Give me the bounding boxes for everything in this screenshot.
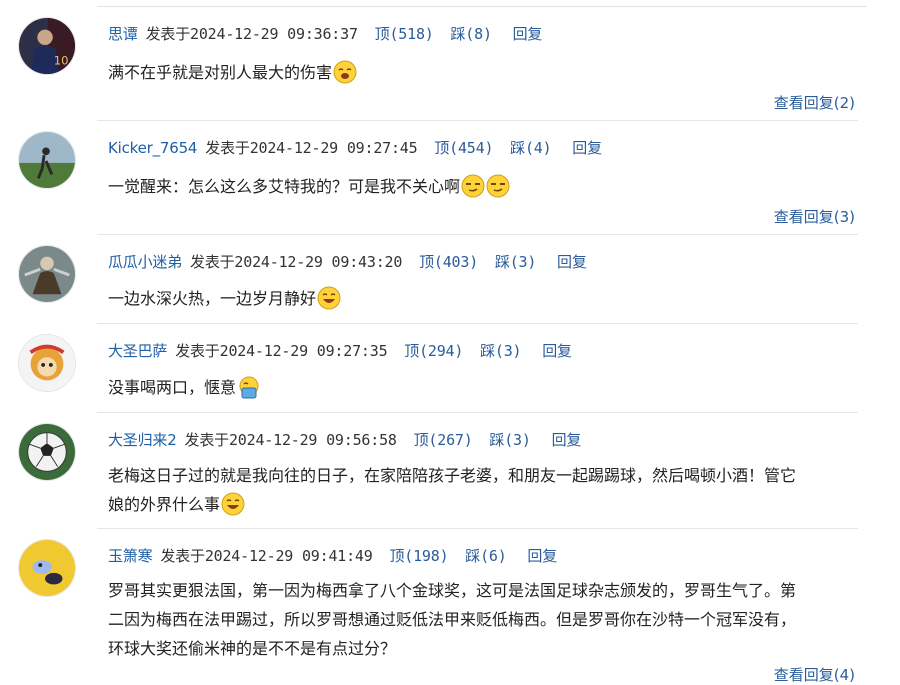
upvote-button[interactable]: 顶(267) [414, 431, 473, 449]
comment-meta: 思谭 发表于2024-12-29 09:36:37 顶(518) 踩(8) 回复 [108, 23, 542, 44]
reply-button[interactable]: 回复 [542, 342, 572, 360]
username-link[interactable]: Kicker_7654 [108, 139, 197, 157]
comment-text: 一觉醒来：怎么这么多艾特我的？可是我不关心啊 [108, 172, 856, 201]
smirk-emoji-icon [461, 174, 485, 198]
downvote-button[interactable]: 踩(3) [489, 431, 531, 449]
comment-text: 老梅这日子过的就是我向往的日子，在家陪陪孩子老婆，和朋友一起踢踢球，然后喝顿小酒… [108, 466, 797, 516]
view-replies-link[interactable]: 查看回复(3) [774, 206, 855, 227]
posted-prefix: 发表于 [160, 547, 205, 565]
comment-divider [97, 234, 858, 235]
sleepy-emoji-icon [333, 60, 357, 84]
downvote-button[interactable]: 踩(8) [450, 25, 492, 43]
upvote-button[interactable]: 顶(403) [419, 253, 478, 271]
comment-meta: 瓜瓜小迷弟 发表于2024-12-29 09:43:20 顶(403) 踩(3) … [108, 251, 587, 272]
downvote-button[interactable]: 踩(4) [510, 139, 552, 157]
username-link[interactable]: 大圣巴萨 [108, 342, 167, 360]
comment-meta: Kicker_7654 发表于2024-12-29 09:27:45 顶(454)… [108, 137, 602, 158]
laugh-emoji-icon [221, 492, 245, 516]
comment-meta: 玉箫寒 发表于2024-12-29 09:41:49 顶(198) 踩(6) 回复 [108, 545, 557, 566]
comment-meta: 大圣巴萨 发表于2024-12-29 09:27:35 顶(294) 踩(3) 回… [108, 340, 572, 361]
upvote-button[interactable]: 顶(454) [434, 139, 493, 157]
comment-meta: 大圣归来2 发表于2024-12-29 09:56:58 顶(267) 踩(3) … [108, 429, 581, 450]
post-time: 2024-12-29 09:36:37 [190, 25, 358, 43]
laugh-emoji-icon [317, 286, 341, 310]
reply-button[interactable]: 回复 [552, 431, 582, 449]
duck-avatar[interactable] [18, 539, 76, 597]
posted-prefix: 发表于 [190, 253, 235, 271]
comment-text: 罗哥其实更狠法国，第一因为梅西拿了八个金球奖，这可是法国足球杂志颁发的，罗哥生气… [108, 581, 797, 658]
comment-divider [97, 323, 858, 324]
posted-prefix: 发表于 [205, 139, 250, 157]
comment-divider [97, 120, 858, 121]
upvote-button[interactable]: 顶(518) [375, 25, 434, 43]
reply-button[interactable]: 回复 [527, 547, 557, 565]
posted-prefix: 发表于 [175, 342, 220, 360]
posted-prefix: 发表于 [184, 431, 230, 449]
comment-text: 一边水深火热，一边岁月静好 [108, 284, 856, 313]
posted-prefix: 发表于 [145, 25, 191, 43]
reply-button[interactable]: 回复 [572, 139, 602, 157]
footballer-avatar[interactable]: 10 [18, 17, 76, 75]
username-link[interactable]: 玉箫寒 [108, 547, 153, 565]
view-replies-link[interactable]: 查看回复(2) [774, 92, 855, 113]
username-link[interactable]: 瓜瓜小迷弟 [108, 253, 182, 271]
comment-divider [97, 412, 858, 413]
comment-text: 满不在乎就是对别人最大的伤害 [108, 58, 856, 87]
kicker-avatar[interactable] [18, 131, 76, 189]
drink-emoji-icon [239, 376, 259, 399]
top-divider [97, 6, 867, 7]
reply-button[interactable]: 回复 [557, 253, 587, 271]
view-replies-link[interactable]: 查看回复(4) [774, 664, 855, 685]
warrior-avatar[interactable] [18, 245, 76, 303]
svg-text:10: 10 [54, 53, 69, 67]
comment-divider [97, 528, 858, 529]
upvote-button[interactable]: 顶(198) [389, 547, 448, 565]
username-link[interactable]: 思谭 [108, 25, 138, 43]
downvote-button[interactable]: 踩(6) [465, 547, 507, 565]
post-time: 2024-12-29 09:27:35 [219, 342, 388, 360]
reply-button[interactable]: 回复 [513, 25, 543, 43]
post-time: 2024-12-29 09:43:20 [234, 253, 403, 271]
downvote-button[interactable]: 踩(3) [495, 253, 537, 271]
upvote-button[interactable]: 顶(294) [404, 342, 463, 360]
soccer-ball-avatar[interactable] [18, 423, 76, 481]
post-time: 2024-12-29 09:56:58 [228, 431, 397, 449]
post-time: 2024-12-29 09:27:45 [249, 139, 418, 157]
username-link[interactable]: 大圣归来2 [108, 431, 177, 449]
post-time: 2024-12-29 09:41:49 [204, 547, 373, 565]
monkey-king-avatar[interactable] [18, 334, 76, 392]
comment-text: 没事喝两口，惬意 [108, 373, 856, 402]
smirk-emoji-icon [486, 174, 510, 198]
downvote-button[interactable]: 踩(3) [480, 342, 522, 360]
